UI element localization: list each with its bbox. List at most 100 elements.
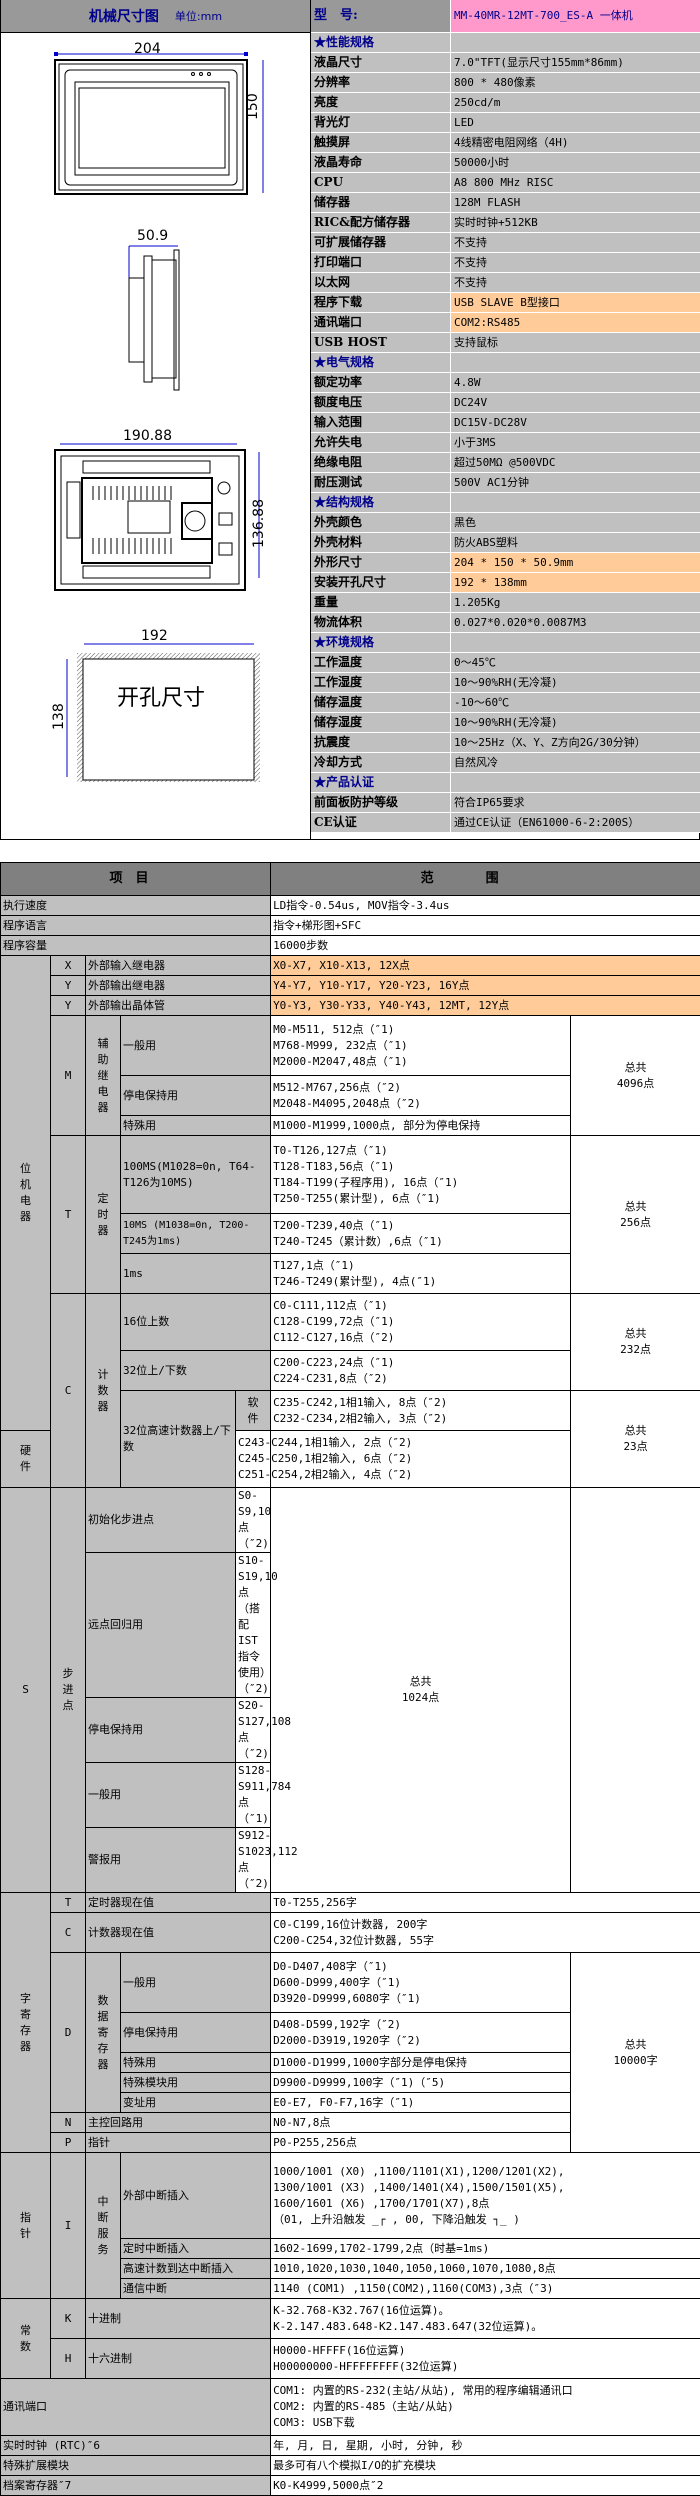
- cell-line: C243-C244,1相1输入, 2点（″2): [238, 1435, 268, 1451]
- spec-label: 抗震度: [311, 733, 451, 752]
- row-label: 通信中断: [121, 2279, 271, 2299]
- spec-row: 亮度250cd/m: [311, 93, 700, 113]
- model-row: 型 号: MM-40MR-12MT-700_ES-A 一体机: [311, 0, 700, 33]
- spec-row: RIC&配方储存器实时时钟+512KB: [311, 213, 700, 233]
- spec-row: 抗震度10～25Hz（X、Y、Z方向2G/30分钟）: [311, 733, 700, 753]
- row-label: 十进制: [86, 2299, 271, 2339]
- row-value: D0-D407,408字（″1)D600-D999,400字（″1)D3920-…: [271, 1953, 571, 2013]
- spec-value: LED: [451, 113, 700, 132]
- spec-label: 打印端口: [311, 253, 451, 272]
- row-label: 主控回路用: [86, 2113, 271, 2133]
- device-code: T: [51, 1893, 86, 1913]
- row-value: 最多可有八个模拟I/O的扩充模块: [271, 2456, 700, 2476]
- spec-value: 实时时钟+512KB: [451, 213, 700, 232]
- row-label: 32位上/下数: [121, 1351, 271, 1391]
- spec-label: 以太网: [311, 273, 451, 292]
- spec-value: [451, 353, 700, 372]
- spec-value: 128M FLASH: [451, 193, 700, 212]
- spec-label: 安装开孔尺寸: [311, 573, 451, 592]
- row-value: M512-M767,256点（″2)M2048-M4095,2048点（″2): [271, 1076, 571, 1116]
- device-code: M: [51, 1016, 86, 1136]
- row-value: Y0-Y3, Y30-Y33, Y40-Y43, 12MT, 12Y点: [271, 996, 700, 1016]
- spec-row: CE认证通过CE认证（EN61000-6-2:200S）: [311, 813, 700, 833]
- cell-line: D0-D407,408字（″1): [273, 1959, 568, 1975]
- spec-row: 绝缘电阻超过50MΩ @500VDC: [311, 453, 700, 473]
- row-label: 定时器现在值: [86, 1893, 271, 1913]
- device-code: T: [51, 1136, 86, 1294]
- cell-line: D3920-D9999,6080字（″1): [273, 1991, 568, 2007]
- spec-row: 额度电压DC24V: [311, 393, 700, 413]
- spec-row: USB HOST支持鼠标: [311, 333, 700, 353]
- cell-line: T240-T245（累计数）,6点（″1): [273, 1234, 568, 1250]
- spec-value: 符合IP65要求: [451, 793, 700, 812]
- spec-row: 可扩展储存器不支持: [311, 233, 700, 253]
- back-view-drawing: [51, 438, 266, 593]
- spec-value: COM2:RS485: [451, 313, 700, 332]
- spec-value: 500V AC1分钟: [451, 473, 700, 492]
- cell-line: M2048-M4095,2048点（″2): [273, 1096, 568, 1112]
- cell-line: T127,1点（″1): [273, 1258, 568, 1274]
- row-value: K0-K4999,5000点″2: [271, 2476, 700, 2496]
- group-label: 软件: [236, 1391, 271, 1431]
- device-code: P: [51, 2133, 86, 2153]
- header-range: 范围: [271, 863, 700, 896]
- spec-row: 前面板防护等级符合IP65要求: [311, 793, 700, 813]
- row-value: S0-S9,10点（″2): [236, 1488, 271, 1553]
- spec-value: 250cd/m: [451, 93, 700, 112]
- spec-value: 支持鼠标: [451, 333, 700, 352]
- row-value: C200-C223,24点（″1)C224-C231,8点（″2): [271, 1351, 571, 1391]
- cell-line: 1024点: [273, 1690, 568, 1706]
- total-cell: 总共10000字: [571, 1953, 700, 2153]
- spec-label: 外壳颜色: [311, 513, 451, 532]
- spec-label: 额度电压: [311, 393, 451, 412]
- cell-line: M512-M767,256点（″2): [273, 1080, 568, 1096]
- spec-value: 7.0"TFT(显示尺寸155mm*86mm): [451, 53, 700, 72]
- spec-row: 程序下载USB SLAVE B型接口: [311, 293, 700, 313]
- spec-label: 工作湿度: [311, 673, 451, 692]
- spec-row: CPUA8 800 MHz RISC: [311, 173, 700, 193]
- cell-line: D600-D999,400字（″1): [273, 1975, 568, 1991]
- row-label: 指针: [86, 2133, 271, 2153]
- spec-value: 192 * 138mm: [451, 573, 700, 592]
- device-code: Y: [51, 996, 86, 1016]
- cutout-drawing: [61, 640, 271, 785]
- cell-line: 4096点: [573, 1076, 698, 1092]
- device-code: H: [51, 2339, 86, 2379]
- spec-label: 外壳材料: [311, 533, 451, 552]
- spec-label: 储存温度: [311, 693, 451, 712]
- group-label: 步进点: [51, 1488, 86, 1893]
- row-label: 10MS (M1038=0n, T200-T245为1ms): [121, 1214, 271, 1254]
- row-value: T0-T126,127点（″1)T128-T183,56点（″1)T184-T1…: [271, 1136, 571, 1214]
- spec-section-row: ★电气规格: [311, 353, 700, 373]
- front-height-dim: 150: [245, 93, 261, 120]
- group-bit-devices: 位机电器: [1, 956, 51, 1431]
- device-code: C: [51, 1294, 86, 1488]
- row-label: 变址用: [121, 2093, 271, 2113]
- cell-line: 10000字: [573, 2053, 698, 2069]
- cell-line: K-32.768-K32.767(16位运算)。: [273, 2303, 698, 2319]
- spec-row: 液晶寿命50000小时: [311, 153, 700, 173]
- spec-label: 绝缘电阻: [311, 453, 451, 472]
- row-label: 特殊扩展模块: [1, 2456, 271, 2476]
- model-label: 型 号:: [311, 0, 451, 32]
- cell-line: M2000-M2047,48点（″1): [273, 1054, 568, 1070]
- row-label: 实时时钟 (RTC)″6: [1, 2436, 271, 2456]
- table-row: Y 外部输出晶体管 Y0-Y3, Y30-Y33, Y40-Y43, 12MT,…: [1, 996, 700, 1016]
- spec-value: 超过50MΩ @500VDC: [451, 453, 700, 472]
- row-value: K-32.768-K32.767(16位运算)。K-2.147.483.648-…: [271, 2299, 700, 2339]
- device-code: N: [51, 2113, 86, 2133]
- row-value: S20-S127,108点（″2): [236, 1698, 271, 1763]
- row-label: 100MS(M1028=0n, T64-T126为10MS): [121, 1136, 271, 1214]
- spec-section-row: ★产品认证: [311, 773, 700, 793]
- device-code: C: [51, 1913, 86, 1953]
- row-label: 外部输出晶体管: [86, 996, 271, 1016]
- cell-line: C235-C242,1相1输入, 8点（″2): [273, 1395, 568, 1411]
- row-label: 停电保持用: [121, 2013, 271, 2053]
- spec-row: 物流体积0.027*0.020*0.0087M3: [311, 613, 700, 633]
- table-row: 档案寄存器″7K0-K4999,5000点″2: [1, 2476, 700, 2496]
- row-value: N0-N7,8点: [271, 2113, 571, 2133]
- row-label: 特殊用: [121, 1116, 271, 1136]
- drawing-title: 机械尺寸图: [89, 6, 159, 26]
- table-row: T 定时器 100MS(M1028=0n, T64-T126为10MS) T0-…: [1, 1136, 700, 1214]
- spec-row: 触摸屏4线精密电阻网络（4H): [311, 133, 700, 153]
